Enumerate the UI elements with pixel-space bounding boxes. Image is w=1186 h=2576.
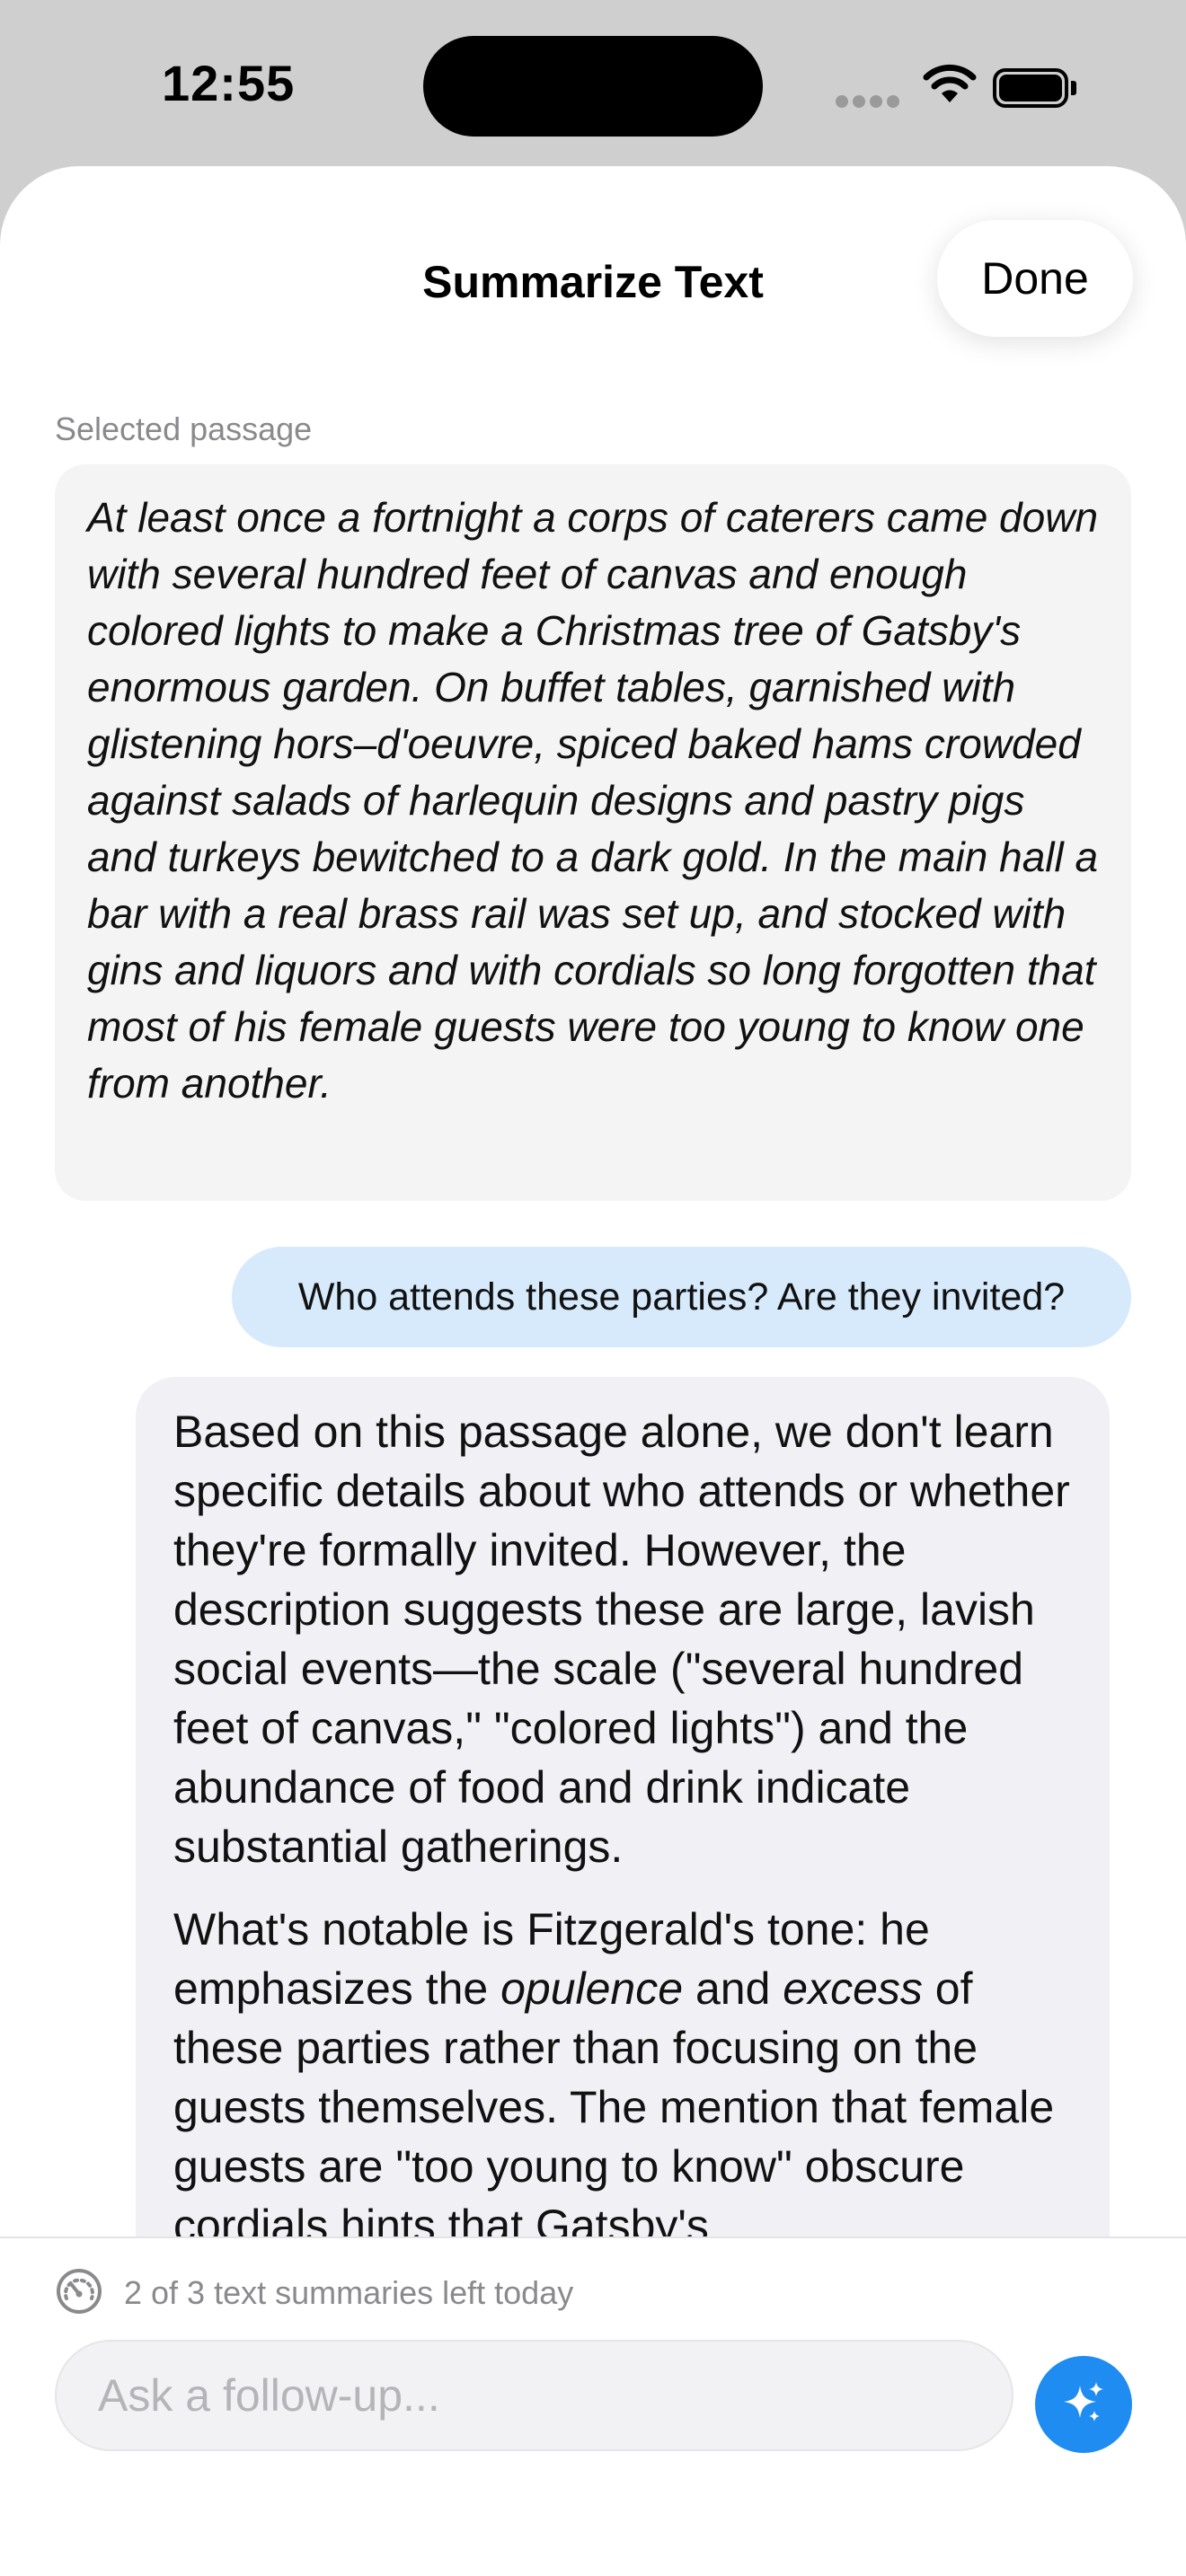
wifi-icon	[923, 63, 977, 109]
sparkles-icon	[1058, 2378, 1109, 2431]
follow-up-input[interactable]	[55, 2340, 1013, 2451]
cellular-signal-icon	[836, 95, 899, 108]
done-button[interactable]: Done	[937, 220, 1133, 337]
selected-passage-card: At least once a fortnight a corps of cat…	[55, 464, 1131, 1201]
send-button[interactable]	[1035, 2356, 1132, 2453]
composer-panel: 2 of 3 text summaries left today	[0, 2236, 1186, 2576]
selected-passage-label: Selected passage	[55, 410, 313, 447]
user-message-bubble: Who attends these parties? Are they invi…	[232, 1247, 1131, 1347]
gauge-icon	[55, 2267, 103, 2316]
reply-paragraph-2: What's notable is Fitzgerald's tone: he …	[173, 1904, 1055, 2251]
selected-passage-text: At least once a fortnight a corps of cat…	[87, 494, 1099, 1107]
reply-paragraph-1: Based on this passage alone, we don't le…	[173, 1407, 1070, 1872]
status-time: 12:55	[162, 55, 296, 111]
usage-limit-text: 2 of 3 text summaries left today	[124, 2274, 574, 2311]
dynamic-island	[423, 36, 763, 137]
battery-icon	[993, 68, 1076, 108]
summarize-sheet: Summarize Text Done Selected passage At …	[0, 166, 1186, 2576]
status-bar: 12:55	[0, 0, 1186, 166]
